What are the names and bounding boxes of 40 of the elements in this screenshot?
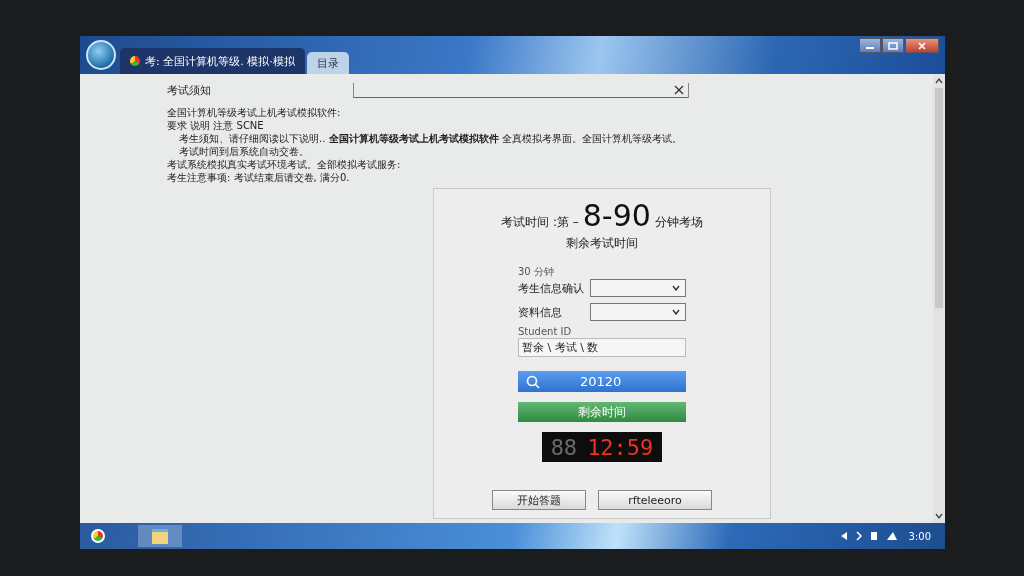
dropdown[interactable] <box>590 303 686 321</box>
heading-text: 考试时间 :第 – <box>501 214 579 231</box>
caret-icon <box>672 309 680 315</box>
action-button[interactable]: 开始答题 <box>492 490 586 510</box>
notice-text: 考生注意事项: 考试结束后请交卷, 满分0. <box>167 171 351 184</box>
search-icon <box>526 374 540 389</box>
scroll-up-icon[interactable] <box>935 78 943 84</box>
clock: 3:00 <box>908 530 931 542</box>
field-label: 资料信息 <box>518 304 563 320</box>
notice-title: 考试须知 <box>167 82 212 98</box>
notice-text: 考试系统模拟真实考试环境考试。全部模拟考试服务: <box>167 158 402 171</box>
notice-text: 考试时间到后系统自动交卷。 <box>178 145 310 158</box>
scroll-down-icon[interactable] <box>935 513 943 519</box>
scrollbar[interactable] <box>933 74 945 523</box>
app-logo-icon[interactable] <box>86 40 116 70</box>
heading-text: 分钟考场 <box>654 214 703 231</box>
exam-duration: 8-90 <box>582 199 651 233</box>
countdown-timer: 88 12:59 <box>542 432 662 462</box>
close-button[interactable] <box>905 38 939 53</box>
input-field[interactable]: 暂余 \ 考试 \ 数 <box>518 338 686 357</box>
browser-tab[interactable]: 考: 全国计算机等级. 模拟·模拟 <box>120 48 305 74</box>
field-label: 考生信息确认 <box>518 280 585 296</box>
caret-icon <box>672 285 680 291</box>
page-icon <box>130 56 140 66</box>
maximize-button[interactable] <box>882 38 904 53</box>
search-field[interactable] <box>353 82 689 98</box>
search-bar[interactable]: 20120 <box>518 371 686 392</box>
subheading: 剩余考试时间 <box>566 235 638 252</box>
maximize-icon <box>888 41 898 50</box>
field-caption: 30 分钟 <box>518 266 555 278</box>
minimize-button[interactable] <box>859 38 881 53</box>
notice-text: 考生须知、请仔细阅读以下说明.. 全国计算机等级考试上机考试模拟软件 全真模拟考界面。全国计算机等级考试。 <box>178 132 683 145</box>
dropdown[interactable] <box>590 279 686 297</box>
clear-icon[interactable] <box>674 84 684 95</box>
close-icon <box>917 41 927 50</box>
browser-tab[interactable]: 目录 <box>306 52 349 74</box>
notice-text: 要求 说明 注意 SCNE <box>167 119 265 132</box>
field-caption: Student ID <box>518 326 573 338</box>
notice-text: 全国计算机等级考试上机考试模拟软件: <box>167 106 342 119</box>
action-button[interactable]: rfteleeoro <box>598 490 712 510</box>
